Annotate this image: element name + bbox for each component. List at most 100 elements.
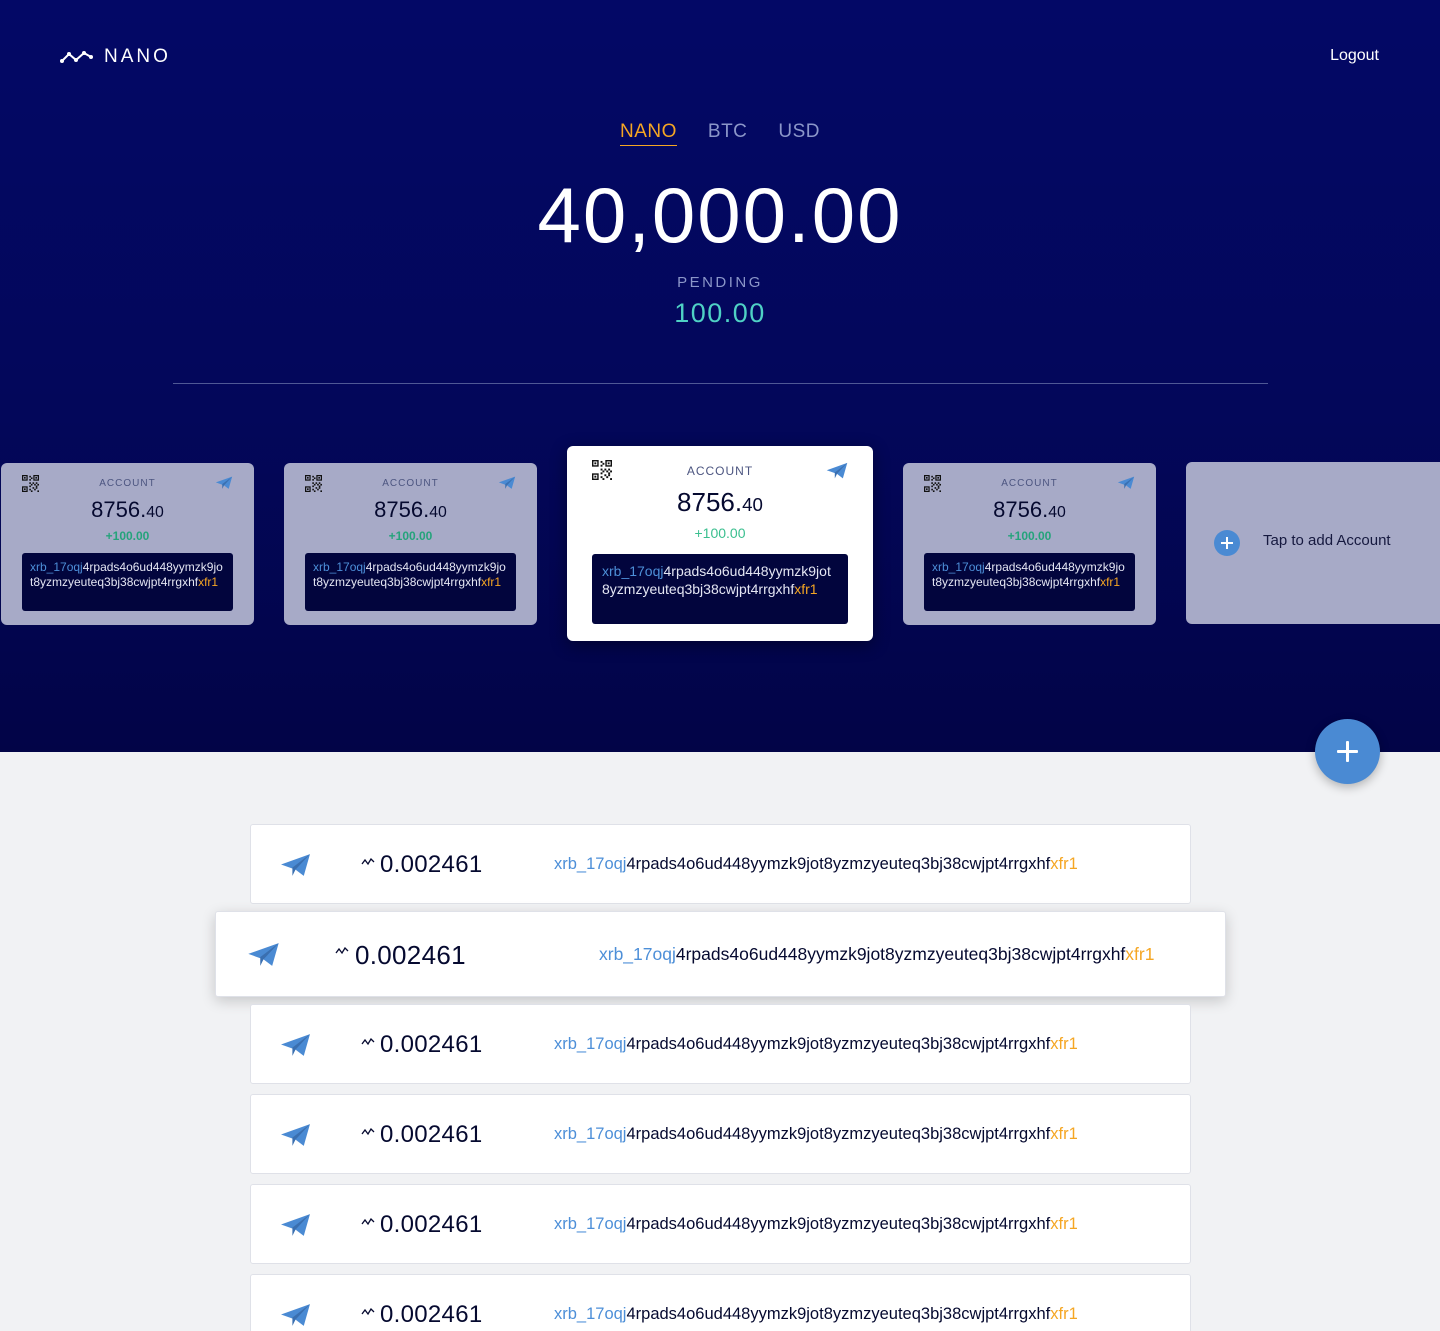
account-card[interactable]: ACCOUNT 8756.40 +100.00 xrb_17oqj4rpads4o6u…: [567, 446, 873, 641]
pending-label: PENDING: [677, 274, 763, 291]
total-balance: 40,000.00: [537, 171, 903, 259]
tab-btc[interactable]: BTC: [708, 121, 748, 146]
transaction-row[interactable]: 0.002461 xrb_17oqj4rpads4o6ud448yymzk9jot…: [250, 824, 1191, 904]
send-icon: [280, 1303, 311, 1331]
tab-usd[interactable]: USD: [778, 121, 820, 146]
account-address[interactable]: xrb_17oqj4rpads4o6ud448yymzk9jot8yzmzyeu…: [924, 553, 1135, 611]
plus-icon: [1214, 530, 1240, 556]
send-icon: [247, 942, 280, 973]
transaction-address: xrb_17oqj4rpads4o6ud448yymzk9jot8yzmzyeu…: [554, 1305, 1078, 1324]
nano-icon: [361, 1123, 375, 1141]
address-body: 4rpads4o6ud448yymzk9jot8yzmzyeuteq3bj38c…: [626, 855, 1051, 873]
address-prefix: xrb_17oqj: [554, 1215, 627, 1233]
address-body: 4rpads4o6ud448yymzk9jot8yzmzyeuteq3bj38c…: [675, 944, 1126, 964]
address-body: 4rpads4o6ud448yymzk9jot8yzmzyeuteq3bj38c…: [626, 1035, 1051, 1053]
address-prefix: xrb_17oqj: [554, 1305, 627, 1323]
transaction-amount: 0.002461: [380, 1211, 483, 1238]
divider: [173, 383, 1268, 384]
send-icon: [280, 1033, 311, 1063]
account-balance-decimal: 40: [742, 494, 763, 515]
address-prefix: xrb_17oqj: [602, 563, 664, 579]
add-account-card[interactable]: Tap to add Account: [1186, 462, 1440, 624]
account-card[interactable]: ACCOUNT 8756.40 +100.00 xrb_17oqj4rpads4o6u…: [284, 463, 537, 625]
account-address[interactable]: xrb_17oqj4rpads4o6ud448yymzk9jot8yzmzyeu…: [305, 553, 516, 611]
transaction-address: xrb_17oqj4rpads4o6ud448yymzk9jot8yzmzyeu…: [554, 855, 1078, 874]
account-card[interactable]: ACCOUNT 8756.40 +100.00 xrb_17oqj4rpads4o6u…: [903, 463, 1156, 625]
address-prefix: xrb_17oqj: [932, 560, 985, 574]
account-balance: 8756.40: [284, 497, 537, 523]
address-suffix: xfr1: [1050, 1215, 1078, 1233]
send-icon: [280, 1213, 311, 1243]
address-suffix: xfr1: [1050, 1125, 1078, 1143]
address-prefix: xrb_17oqj: [554, 1125, 627, 1143]
nano-icon: [335, 942, 349, 960]
address-suffix: xfr1: [1100, 575, 1121, 589]
transaction-row[interactable]: 0.002461 xrb_17oqj4rpads4o6ud448yymzk9jot…: [250, 1274, 1191, 1331]
account-balance-integer: 8756.: [374, 497, 430, 522]
address-suffix: xfr1: [1050, 855, 1078, 873]
account-balance: 8756.40: [1, 497, 254, 523]
account-balance-integer: 8756.: [993, 497, 1049, 522]
account-balance-integer: 8756.: [677, 487, 743, 517]
address-body: 4rpads4o6ud448yymzk9jot8yzmzyeuteq3bj38c…: [626, 1305, 1051, 1323]
account-pending: +100.00: [105, 529, 150, 543]
add-button[interactable]: [1315, 719, 1380, 784]
transaction-row[interactable]: 0.002461 xrb_17oqj4rpads4o6ud448yymzk9jot…: [250, 1094, 1191, 1174]
nano-icon: [361, 1303, 375, 1321]
currency-tabs: NANO BTC USD: [0, 121, 1440, 146]
transaction-address: xrb_17oqj4rpads4o6ud448yymzk9jot8yzmzyeu…: [599, 944, 1154, 965]
logo-text: NANO: [104, 46, 171, 67]
account-pending: +100.00: [1007, 529, 1052, 543]
address-prefix: xrb_17oqj: [554, 1035, 627, 1053]
address-suffix: xfr1: [198, 575, 219, 589]
address-suffix: xfr1: [794, 581, 818, 597]
address-body: 4rpads4o6ud448yymzk9jot8yzmzyeuteq3bj38c…: [626, 1215, 1051, 1233]
nano-icon: [361, 853, 375, 871]
account-pending: +100.00: [388, 529, 433, 543]
logout-button[interactable]: Logout: [1330, 47, 1379, 65]
nano-icon: [361, 1033, 375, 1051]
account-balance-decimal: 40: [429, 504, 447, 521]
transaction-address: xrb_17oqj4rpads4o6ud448yymzk9jot8yzmzyeu…: [554, 1125, 1078, 1144]
account-address[interactable]: xrb_17oqj4rpads4o6ud448yymzk9jot8yzmzyeu…: [22, 553, 233, 611]
pending-value: 100.00: [674, 298, 766, 328]
transaction-amount: 0.002461: [380, 851, 483, 878]
address-prefix: xrb_17oqj: [554, 855, 627, 873]
add-account-label: Tap to add Account: [1263, 532, 1391, 549]
account-balance-decimal: 40: [1048, 504, 1066, 521]
send-icon: [280, 853, 311, 883]
transaction-row[interactable]: 0.002461 xrb_17oqj4rpads4o6ud448yymzk9jot…: [250, 1184, 1191, 1264]
transaction-row[interactable]: 0.002461 xrb_17oqj4rpads4o6ud448yymzk9jot…: [250, 1004, 1191, 1084]
transaction-amount: 0.002461: [355, 940, 466, 970]
account-label: ACCOUNT: [99, 478, 156, 489]
transaction-row[interactable]: 0.002461 xrb_17oqj4rpads4o6ud448yymzk9jot…: [215, 911, 1226, 997]
nano-logo[interactable]: NANO: [60, 46, 171, 68]
account-balance: 8756.40: [567, 487, 873, 518]
address-suffix: xfr1: [1050, 1035, 1078, 1053]
account-address[interactable]: xrb_17oqj4rpads4o6ud448yymzk9jot8yzmzyeu…: [592, 554, 848, 624]
account-label: ACCOUNT: [686, 464, 754, 478]
address-suffix: xfr1: [1125, 944, 1155, 964]
account-label: ACCOUNT: [382, 478, 439, 489]
address-prefix: xrb_17oqj: [30, 560, 83, 574]
account-label: ACCOUNT: [1001, 478, 1058, 489]
send-icon: [280, 1123, 311, 1153]
account-card[interactable]: ACCOUNT 8756.40 +100.00 xrb_17oqj4rpads4o6u…: [1, 463, 254, 625]
nano-logo-icon: [60, 51, 93, 63]
account-balance: 8756.40: [903, 497, 1156, 523]
transaction-amount: 0.002461: [380, 1121, 483, 1148]
transaction-address: xrb_17oqj4rpads4o6ud448yymzk9jot8yzmzyeu…: [554, 1035, 1078, 1054]
address-body: 4rpads4o6ud448yymzk9jot8yzmzyeuteq3bj38c…: [626, 1125, 1051, 1143]
address-prefix: xrb_17oqj: [599, 944, 676, 964]
hero-section: NANO Logout NANO BTC USD 40,000.00 PENDI…: [0, 0, 1440, 752]
tab-nano[interactable]: NANO: [619, 121, 677, 146]
transaction-address: xrb_17oqj4rpads4o6ud448yymzk9jot8yzmzyeu…: [554, 1215, 1078, 1234]
transaction-amount: 0.002461: [380, 1031, 483, 1058]
account-balance-decimal: 40: [146, 504, 164, 521]
account-balance-integer: 8756.: [91, 497, 147, 522]
transaction-amount: 0.002461: [380, 1301, 483, 1328]
address-prefix: xrb_17oqj: [313, 560, 366, 574]
account-pending: +100.00: [694, 525, 746, 541]
address-suffix: xfr1: [1050, 1305, 1078, 1323]
nano-icon: [361, 1213, 375, 1231]
